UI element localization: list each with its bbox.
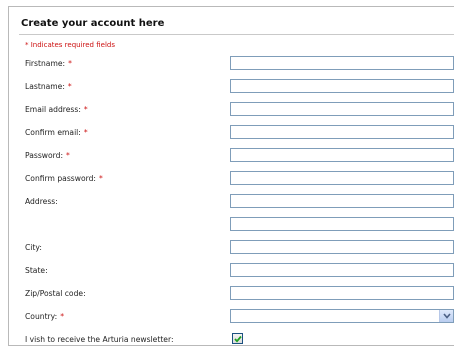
checkmark-icon — [233, 335, 242, 343]
address-line2-input[interactable] — [230, 217, 454, 231]
required-marker: * — [68, 59, 72, 68]
firstname-input[interactable] — [230, 56, 454, 70]
address-row: Address: — [25, 194, 454, 210]
country-select[interactable] — [230, 309, 454, 323]
zip-input[interactable] — [230, 286, 454, 300]
lastname-row: Lastname: * — [25, 79, 454, 95]
email-label: Email address: * — [25, 105, 88, 114]
account-form-panel: Create your account here * Indicates req… — [8, 6, 454, 346]
address-label: Address: — [25, 197, 58, 206]
required-marker: * — [66, 151, 70, 160]
city-row: City: — [25, 240, 454, 256]
required-marker: * — [60, 312, 64, 321]
confirm-email-row: Confirm email: * — [25, 125, 454, 141]
required-marker: * — [83, 105, 88, 114]
confirm-email-input[interactable] — [230, 125, 454, 139]
country-label: Country: * — [25, 312, 64, 321]
confirm-email-label: Confirm email: * — [25, 128, 88, 137]
email-input[interactable] — [230, 102, 454, 116]
newsletter-row: I vish to receive the Arturia newsletter… — [25, 332, 454, 348]
required-fields-note: * Indicates required fields — [25, 41, 115, 49]
chevron-down-icon[interactable] — [439, 310, 453, 322]
lastname-input[interactable] — [230, 79, 454, 93]
email-row: Email address: * — [25, 102, 454, 118]
zip-label: Zip/Postal code: — [25, 289, 86, 298]
confirm-password-row: Confirm password: * — [25, 171, 454, 187]
lastname-label: Lastname: * — [25, 82, 72, 91]
zip-row: Zip/Postal code: — [25, 286, 454, 302]
required-marker: * — [67, 82, 72, 91]
state-label: State: — [25, 266, 48, 275]
city-label: City: — [25, 243, 42, 252]
password-input[interactable] — [230, 148, 454, 162]
newsletter-label: I vish to receive the Arturia newsletter… — [25, 335, 174, 344]
newsletter-checkbox[interactable] — [232, 333, 243, 344]
form-title: Create your account here — [21, 18, 165, 29]
state-input[interactable] — [230, 263, 454, 277]
title-divider — [19, 34, 454, 35]
confirm-password-input[interactable] — [230, 171, 454, 185]
state-row: State: — [25, 263, 454, 279]
required-marker: * — [98, 174, 103, 183]
password-row: Password: * — [25, 148, 454, 164]
address-line2-row — [25, 217, 454, 233]
password-label: Password: * — [25, 151, 70, 160]
city-input[interactable] — [230, 240, 454, 254]
firstname-row: Firstname: * — [25, 56, 454, 72]
country-row: Country: * — [25, 309, 454, 325]
address-line1-input[interactable] — [230, 194, 454, 208]
firstname-label: Firstname: * — [25, 59, 72, 68]
confirm-password-label: Confirm password: * — [25, 174, 103, 183]
required-marker: * — [83, 128, 88, 137]
